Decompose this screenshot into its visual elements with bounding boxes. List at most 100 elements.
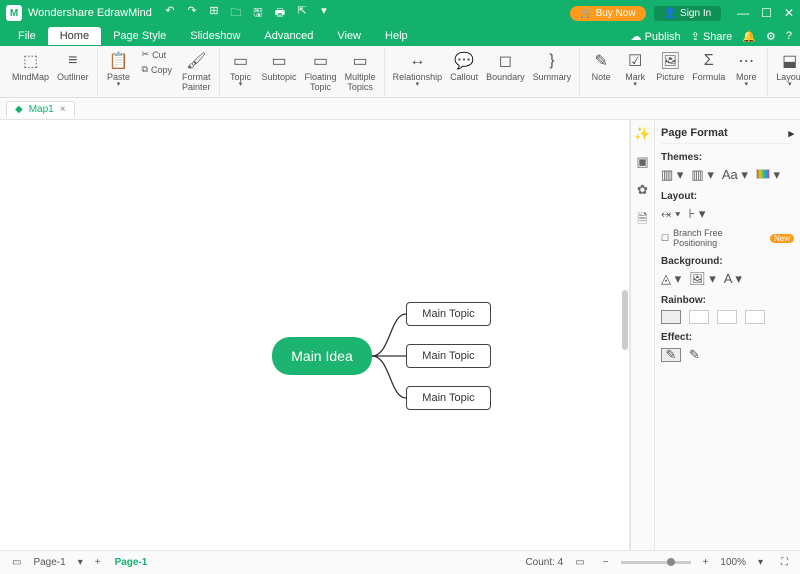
main-idea-node[interactable]: Main Idea [272,337,372,375]
rainbow-option-4[interactable] [745,310,765,324]
fit-view-icon[interactable]: ▭ [569,557,590,568]
branch-free-checkbox[interactable]: ☐ Branch Free Positioning New [661,228,794,248]
subtopic-button[interactable]: ▭Subtopic [258,48,301,94]
theme-preset-2-icon[interactable]: ▥ ▾ [691,167,713,183]
cut-button[interactable]: ✂Cut [139,48,175,61]
menu-page-style[interactable]: Page Style [101,27,178,45]
side-tab-page-icon[interactable]: 🗎 [637,210,647,232]
page-name[interactable]: Page-1 [107,557,156,568]
close-icon[interactable]: ✕ [784,6,794,20]
qat-dropdown-icon[interactable]: ▾ [316,4,332,23]
picture-button[interactable]: 🖼Picture [652,48,688,94]
mark-button[interactable]: ☑Mark▾ [618,48,652,94]
menu-home[interactable]: Home [48,27,101,45]
rainbow-option-3[interactable] [717,310,737,324]
format-painter-button[interactable]: 🖌Format Painter [178,48,215,94]
help-icon[interactable]: ? [786,30,792,42]
sign-in-button[interactable]: 👤 Sign In [654,6,722,21]
picture-icon: 🖼 [660,50,680,72]
color-palette-icon[interactable]: ▾ [756,167,780,183]
topic-node-3[interactable]: Main Topic [406,386,491,410]
bg-image-icon[interactable]: 🖼 ▾ [689,271,716,287]
note-button[interactable]: ✎Note [584,48,618,94]
vertical-scrollbar[interactable] [621,120,629,550]
share-button[interactable]: ⇪ Share [691,30,733,43]
bg-watermark-icon[interactable]: A ▾ [724,271,742,287]
minimize-icon[interactable]: ― [737,6,749,20]
rainbow-option-2[interactable] [689,310,709,324]
summary-button[interactable]: }Summary [529,48,576,94]
menu-file[interactable]: File [6,27,48,45]
topic-button[interactable]: ▭Topic▾ [224,48,258,94]
zoom-in-icon[interactable]: + [697,557,715,568]
mindmap-button[interactable]: ⬚MindMap [8,48,53,94]
zoom-out-icon[interactable]: − [597,557,615,568]
menu-help[interactable]: Help [373,27,420,45]
topic-node-2[interactable]: Main Topic [406,344,491,368]
publish-button[interactable]: ☁ Publish [631,30,681,43]
summary-icon: } [549,50,554,72]
background-label: Background: [661,256,794,267]
theme-preset-1-icon[interactable]: ▥ ▾ [661,167,683,183]
save-icon[interactable]: 🖫 [250,4,266,23]
multiple-topics-button[interactable]: ▭Multiple Topics [341,48,380,94]
tab-close-icon[interactable]: × [60,104,66,115]
bg-fill-icon[interactable]: ◬ ▾ [661,271,681,287]
layout-option-2-icon[interactable]: ⊦ ▾ [688,206,705,222]
undo-icon[interactable]: ↶ [162,4,178,23]
outliner-button[interactable]: ≡Outliner [53,48,93,94]
font-button[interactable]: Aa ▾ [722,167,748,183]
document-tab[interactable]: ◆ Map1 × [6,101,75,117]
effect-option-1[interactable]: ✎ [661,348,681,362]
boundary-button[interactable]: ◻Boundary [482,48,529,94]
brush-icon: 🖌 [186,50,206,72]
page-dropdown-icon[interactable]: ▾ [72,557,89,568]
effect-option-2[interactable]: ✎ [689,347,700,363]
paste-button[interactable]: 📋Paste▾ [102,48,136,94]
layout-button[interactable]: ⬓Layout▾ [772,48,800,94]
page-label: Page-1 [27,557,71,568]
notification-icon[interactable]: 🔔 [742,30,756,43]
menu-advanced[interactable]: Advanced [252,27,325,45]
side-collapse-icon[interactable]: ▸ [788,127,794,140]
formula-button[interactable]: ΣFormula [688,48,729,94]
new-icon[interactable]: ⊞ [206,4,222,23]
topic-node-1[interactable]: Main Topic [406,302,491,326]
side-tab-theme-icon[interactable]: ▣ [636,154,648,170]
rainbow-option-1[interactable] [661,310,681,324]
fullscreen-icon[interactable]: ⛶ [775,557,794,568]
copy-button[interactable]: ⧉Copy [139,63,175,76]
ribbon: ⬚MindMap ≡Outliner 📋Paste▾ ✂Cut ⧉Copy 🖌F… [0,46,800,98]
callout-button[interactable]: 💬Callout [446,48,482,94]
canvas[interactable]: Main Idea Main Topic Main Topic Main Top… [0,120,630,550]
relationship-button[interactable]: ↔Relationship▾ [389,48,447,94]
layout-option-1-icon[interactable]: ⬾ ▾ [661,206,680,222]
redo-icon[interactable]: ↷ [184,4,200,23]
floating-icon: ▭ [313,50,328,72]
more-button[interactable]: ⋯More▾ [729,48,763,94]
zoom-slider[interactable] [621,561,691,564]
mindmap-icon: ⬚ [23,50,38,72]
export-icon[interactable]: ⇱ [294,4,310,23]
outliner-icon: ≡ [68,50,77,72]
app-logo: M [6,5,22,21]
floating-topic-button[interactable]: ▭Floating Topic [301,48,341,94]
buy-now-button[interactable]: 🛒 Buy Now [570,6,645,21]
connectors [372,302,406,410]
menu-slideshow[interactable]: Slideshow [178,27,252,45]
open-icon[interactable]: 🗀 [228,4,244,23]
menu-bar: File Home Page Style Slideshow Advanced … [0,26,800,46]
side-panel-title: Page Format▸ [661,124,794,144]
page-list-icon[interactable]: ▭ [6,557,27,568]
quick-access-toolbar: ↶ ↷ ⊞ 🗀 🖫 🖶 ⇱ ▾ [162,4,332,23]
zoom-dropdown-icon[interactable]: ▾ [752,557,769,568]
zoom-value: 100% [720,557,746,568]
print-icon[interactable]: 🖶 [272,4,288,23]
menu-view[interactable]: View [325,27,373,45]
add-page-icon[interactable]: + [89,557,107,568]
settings-icon[interactable]: ⚙ [766,30,776,43]
side-tab-wand-icon[interactable]: ✨ [634,126,650,142]
maximize-icon[interactable]: ☐ [761,6,772,20]
tab-label: Map1 [29,104,54,115]
side-tab-style-icon[interactable]: ✿ [637,182,648,198]
